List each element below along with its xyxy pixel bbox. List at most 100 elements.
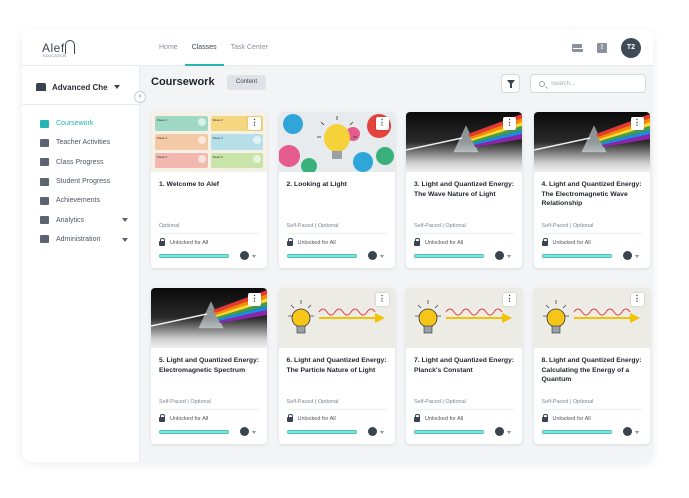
card-meta: Self-Paced | Optional <box>414 399 466 405</box>
lock-status[interactable]: Unlocked for All <box>414 414 464 422</box>
card-title: 4. Light and Quantized Energy: The Elect… <box>541 181 642 207</box>
main-content: Coursework Content Week 1Week 2Week 3Wee… <box>140 66 653 462</box>
card-meta: Self-Paced | Optional <box>286 223 339 229</box>
sidebar-item-label: Analytics <box>56 216 85 224</box>
progress-fill <box>542 431 611 433</box>
card-title: 8. Light and Quantized Energy: Calculati… <box>541 357 642 383</box>
nav-home[interactable]: Home <box>152 30 185 66</box>
chevron-down-icon[interactable] <box>252 255 256 258</box>
sidebar-menu: Coursework Teacher Activities Class Progre… <box>40 114 140 249</box>
chevron-down-icon <box>114 85 120 89</box>
chart-icon <box>40 158 49 167</box>
nav-task-center[interactable]: Task Center <box>224 30 275 66</box>
assign-icon[interactable] <box>367 427 377 436</box>
course-card[interactable]: ⋮ 5. Light and Quantized Energy: Electrom… <box>151 288 267 444</box>
assign-icon[interactable] <box>495 251 504 260</box>
chevron-down-icon[interactable] <box>379 255 384 258</box>
course-card[interactable]: ⋮ 8. Light and Quantized Energy: Calculat… <box>533 288 650 444</box>
book-icon <box>40 119 49 128</box>
sidebar-item-achievements[interactable]: Achievements <box>40 191 140 210</box>
clipboard-icon <box>40 177 49 186</box>
sidebar-item-teacher-activities[interactable]: Teacher Activities <box>40 133 140 152</box>
sidebar-item-label: Administration <box>56 235 101 243</box>
sidebar-item-label: Coursework <box>56 120 94 128</box>
lock-status[interactable]: Unlocked for All <box>286 414 336 422</box>
divider <box>159 409 259 410</box>
help-icon[interactable]: ! <box>597 43 607 53</box>
chevron-down-icon[interactable] <box>507 431 511 434</box>
sidebar-item-student-progress[interactable]: Student Progress <box>40 172 140 191</box>
assign-icon[interactable] <box>622 427 632 436</box>
sidebar-item-label: Class Progress <box>56 158 104 166</box>
more-options-icon[interactable]: ⋮ <box>248 117 261 130</box>
course-card[interactable]: Week 1 Week 2 Week 3 Week 4 Week 5 Week 6 ⋮ 1. … <box>151 112 267 268</box>
sidebar-item-coursework[interactable]: Coursework <box>40 114 140 133</box>
more-options-icon[interactable]: ⋮ <box>248 293 261 306</box>
thumbnail-cell: Week 6 <box>210 152 263 168</box>
sidebar-item-administration[interactable]: Administration <box>40 230 140 249</box>
course-selector[interactable]: Advanced Chem <box>36 76 140 98</box>
course-card[interactable]: ⋮ 2. Looking at Light Self-Paced | Optiona… <box>278 112 395 268</box>
progress-bar <box>541 254 612 258</box>
chevron-down-icon[interactable] <box>634 431 639 434</box>
assign-icon[interactable] <box>240 251 249 260</box>
lock-status-label: Unlocked for All <box>425 415 464 422</box>
thumbnail-cell: Week 4 <box>210 134 263 150</box>
search-box[interactable] <box>530 74 646 93</box>
nav-classes[interactable]: Classes <box>184 30 224 66</box>
chevron-down-icon[interactable] <box>507 255 511 258</box>
lock-status[interactable]: Unlocked for All <box>414 238 464 246</box>
card-title: 6. Light and Quantized Energy: The Parti… <box>286 357 387 374</box>
divider <box>286 233 387 234</box>
avatar[interactable]: T2 <box>621 38 641 58</box>
sidebar-item-analytics[interactable]: Analytics <box>40 210 140 229</box>
app-window: Alef EDUCATION Home Classes Task Center … <box>22 30 653 462</box>
mail-icon[interactable] <box>572 44 583 52</box>
lock-status[interactable]: Unlocked for All <box>541 414 591 422</box>
assign-icon[interactable] <box>367 251 377 260</box>
chevron-down-icon[interactable] <box>379 431 384 434</box>
divider <box>541 409 642 410</box>
more-options-icon[interactable]: ⋮ <box>375 117 389 130</box>
unlock-icon <box>414 238 420 246</box>
progress-fill <box>415 255 483 257</box>
divider <box>286 409 387 410</box>
more-options-icon[interactable]: ⋮ <box>630 117 644 130</box>
more-options-icon[interactable]: ⋮ <box>503 293 516 306</box>
chevron-down-icon <box>122 218 128 223</box>
course-card[interactable]: ⋮ 3. Light and Quantized Energy: The Wave… <box>406 112 522 268</box>
course-icon <box>36 83 46 91</box>
sidebar-item-class-progress[interactable]: Class Progress <box>40 153 140 172</box>
card-title: 1. Welcome to Alef <box>159 181 220 188</box>
chevron-down-icon[interactable] <box>634 255 639 258</box>
unlock-icon <box>286 414 293 422</box>
assign-icon[interactable] <box>495 427 504 436</box>
progress-bar <box>159 430 229 434</box>
unlock-icon <box>159 414 165 422</box>
course-card[interactable]: ⋮ 4. Light and Quantized Energy: The Elec… <box>533 112 650 268</box>
more-options-icon[interactable]: ⋮ <box>503 117 516 130</box>
lock-status-label: Unlocked for All <box>552 239 591 246</box>
more-options-icon[interactable]: ⋮ <box>375 293 389 306</box>
progress-fill <box>160 255 228 257</box>
lock-status-label: Unlocked for All <box>170 415 209 422</box>
lock-status[interactable]: Unlocked for All <box>159 414 209 422</box>
lock-status[interactable]: Unlocked for All <box>286 238 336 246</box>
course-card[interactable]: ⋮ 6. Light and Quantized Energy: The Part… <box>278 288 395 444</box>
lock-status-label: Unlocked for All <box>425 239 464 246</box>
lock-status[interactable]: Unlocked for All <box>541 238 591 246</box>
more-options-icon[interactable]: ⋮ <box>630 293 644 306</box>
divider <box>159 233 259 234</box>
filter-button[interactable] <box>501 74 520 93</box>
sidebar-item-label: Achievements <box>56 197 100 205</box>
content-filter-chip[interactable]: Content <box>227 75 266 90</box>
chevron-down-icon[interactable] <box>252 431 256 434</box>
assign-icon[interactable] <box>622 251 632 260</box>
course-card[interactable]: ⋮ 7. Light and Quantized Energy: Planck's… <box>406 288 522 444</box>
progress-bar <box>286 254 357 258</box>
assign-icon[interactable] <box>240 427 249 436</box>
collapse-sidebar-button[interactable]: ‹ <box>134 91 146 103</box>
course-name: Advanced Chem <box>52 82 108 92</box>
lock-status[interactable]: Unlocked for All <box>159 238 208 246</box>
search-input[interactable] <box>551 80 641 87</box>
